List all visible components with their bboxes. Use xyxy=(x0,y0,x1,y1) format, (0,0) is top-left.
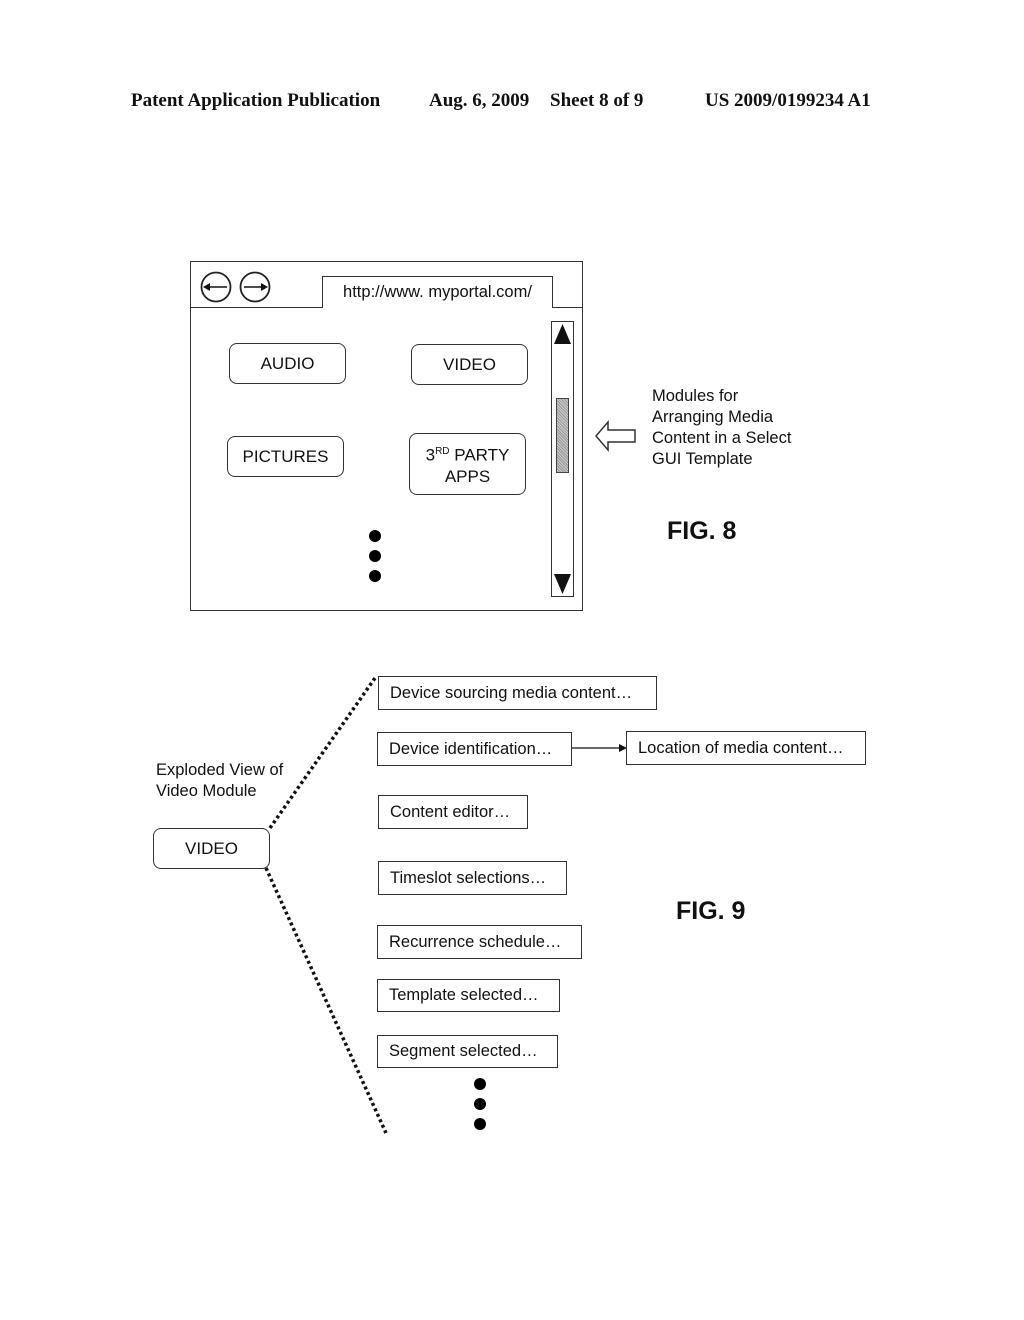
item-location-of-media: Location of media content… xyxy=(626,731,866,765)
item-timeslot-selections: Timeslot selections… xyxy=(378,861,567,895)
fig9-label: FIG. 9 xyxy=(676,897,746,925)
ellipsis-dot xyxy=(474,1098,486,1110)
video-label: VIDEO xyxy=(185,838,238,858)
item-device-identification: Device identification… xyxy=(377,732,572,766)
item-segment-selected: Segment selected… xyxy=(377,1035,558,1068)
upper-dotted-line xyxy=(268,676,377,830)
item-content-editor: Content editor… xyxy=(378,795,528,829)
ellipsis-dot xyxy=(474,1078,486,1090)
video-module-button-exploded[interactable]: VIDEO xyxy=(153,828,270,869)
item-recurrence-schedule: Recurrence schedule… xyxy=(377,925,582,959)
item-template-selected: Template selected… xyxy=(377,979,560,1012)
fig9-caption: Exploded View of Video Module xyxy=(156,761,284,800)
ellipsis-dot xyxy=(474,1118,486,1130)
exploded-view-lines xyxy=(264,676,627,1134)
item-device-sourcing: Device sourcing media content… xyxy=(378,676,657,710)
lower-dotted-line xyxy=(264,867,388,1134)
